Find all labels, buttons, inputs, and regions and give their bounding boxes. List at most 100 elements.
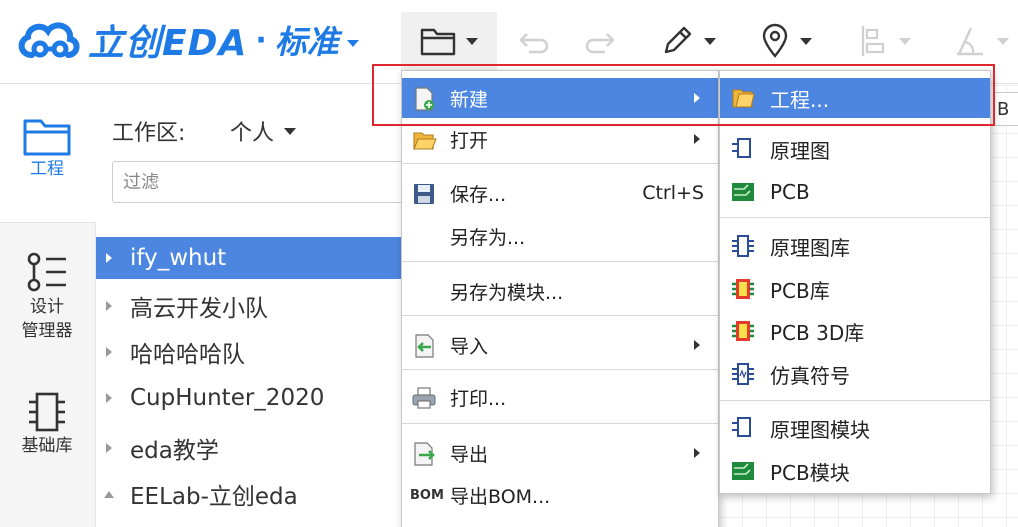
redo-button[interactable] xyxy=(578,12,622,70)
new-submenu: 工程... 原理图 PCB 原理图库 PCB库 PCB 3D库 仿真符号 原理图… xyxy=(719,70,991,494)
menu-item-export-bom[interactable]: BOM 导出BOM... xyxy=(402,475,718,515)
logo-text: 立创EDA xyxy=(88,23,248,64)
menu-item-label: 另存为... xyxy=(450,226,526,249)
rail-design-manager-label: 设计 管理器 xyxy=(21,297,73,341)
menu-item-import[interactable]: 导入 xyxy=(402,325,718,365)
collapse-arrow-icon[interactable] xyxy=(104,490,114,498)
menu-item-label: 打印... xyxy=(450,387,507,410)
logo[interactable]: 立创EDA · 标准 xyxy=(14,12,359,68)
expand-arrow-icon[interactable] xyxy=(106,253,112,263)
submenu-item-pcb-lib[interactable]: PCB库 xyxy=(720,269,990,309)
editor-tab-label: B xyxy=(997,98,1010,120)
folder-icon xyxy=(23,119,71,156)
draw-tools-button[interactable] xyxy=(650,12,726,70)
chevron-down-icon xyxy=(899,37,911,45)
editor-tab[interactable]: B xyxy=(994,92,1018,126)
submenu-item-pcb[interactable]: PCB xyxy=(720,172,990,212)
submenu-item-pcb-3d-lib[interactable]: PCB 3D库 xyxy=(720,311,990,351)
place-tools-button[interactable] xyxy=(750,12,822,70)
tree-item[interactable]: eda教学 xyxy=(96,425,406,471)
tree-item[interactable]: ify_whut xyxy=(96,237,406,279)
left-rail: 工程 设计 管理器 基础库 xyxy=(0,85,96,527)
bom-icon: BOM xyxy=(410,487,444,503)
tree-item[interactable]: EELab-立创eda xyxy=(96,471,406,517)
folder-icon xyxy=(420,28,456,56)
submenu-item-label: PCB 3D库 xyxy=(770,320,865,345)
menu-item-print[interactable]: 打印... xyxy=(402,377,718,417)
design-manager-icon xyxy=(27,252,66,292)
expand-arrow-icon[interactable] xyxy=(106,347,112,357)
measure-button[interactable] xyxy=(944,12,1018,70)
printer-icon xyxy=(412,387,436,409)
chevron-down-icon xyxy=(997,37,1009,45)
shortcut-label: Ctrl+S xyxy=(642,182,704,204)
tree-item-label: eda教学 xyxy=(130,438,219,464)
menu-item-label: 导出 xyxy=(450,443,489,466)
expand-arrow-icon[interactable] xyxy=(106,443,112,453)
filter-input[interactable] xyxy=(112,161,412,203)
menu-item-save-as[interactable]: 另存为... xyxy=(402,216,718,256)
menu-item-label: 导出BOM... xyxy=(450,485,551,508)
menu-item-label: 导入 xyxy=(450,335,489,358)
align-icon xyxy=(861,26,885,56)
submenu-item-schematic-lib[interactable]: 原理图库 xyxy=(720,226,990,266)
rail-project-label: 工程 xyxy=(30,159,64,179)
menu-item-label: 另存为模块... xyxy=(450,281,564,304)
submenu-item-sim-symbol[interactable]: 仿真符号 xyxy=(720,354,990,394)
tree-item[interactable]: 哈哈哈哈队 xyxy=(96,329,406,375)
submenu-item-label: 原理图模块 xyxy=(770,417,870,442)
location-pin-icon xyxy=(762,23,788,58)
workspace-selector[interactable]: 个人 xyxy=(230,115,297,147)
undo-button[interactable] xyxy=(512,12,556,70)
edition-label: 标准 xyxy=(274,23,339,61)
rail-library-label: 基础库 xyxy=(21,436,73,456)
submenu-item-pcb-module[interactable]: PCB模块 xyxy=(720,451,990,491)
workspace-label: 工作区: xyxy=(112,121,186,146)
import-icon xyxy=(415,334,434,358)
tree-item[interactable]: 高云开发小队 xyxy=(96,283,406,329)
cloud-logo-icon xyxy=(18,22,80,58)
menu-item-label: 保存... xyxy=(450,183,507,206)
project-panel: 工作区: 个人 ify_whut 高云开发小队 哈哈哈哈队 CupHunter_… xyxy=(96,85,412,527)
open-folder-icon xyxy=(413,132,437,150)
chevron-down-icon xyxy=(704,37,716,45)
expand-arrow-icon[interactable] xyxy=(106,301,112,311)
export-icon xyxy=(414,442,435,466)
file-dropdown-menu: 新建 打开 保存... Ctrl+S 另存为... 另存为模块... 导入 打印… xyxy=(401,70,719,527)
schematic-icon xyxy=(732,138,751,158)
annotation-highlight-box xyxy=(372,64,995,126)
menu-item-label: 打开 xyxy=(450,129,489,152)
rail-project-tab[interactable]: 工程 xyxy=(0,115,94,181)
tree-item-label: EELab-立创eda xyxy=(130,484,298,510)
menu-separator xyxy=(402,163,718,164)
menu-item-export[interactable]: 导出 xyxy=(402,433,718,473)
menu-separator xyxy=(720,217,990,218)
menu-separator xyxy=(402,369,718,370)
menu-separator xyxy=(402,423,718,424)
menu-item-save[interactable]: 保存... Ctrl+S xyxy=(402,173,718,213)
schematic-module-icon xyxy=(732,417,751,437)
tree-item-label: CupHunter_2020 xyxy=(130,385,325,411)
edition-caret-icon xyxy=(346,39,359,47)
tree-item[interactable]: CupHunter_2020 xyxy=(96,375,406,421)
align-button[interactable] xyxy=(850,12,920,70)
submenu-item-schematic[interactable]: 原理图 xyxy=(720,129,990,169)
rail-design-manager-tab[interactable]: 设计 管理器 xyxy=(0,251,94,343)
tree-item-label: ify_whut xyxy=(130,245,227,271)
rail-library-tab[interactable]: 基础库 xyxy=(0,390,94,458)
submenu-item-label: PCB库 xyxy=(770,278,830,303)
chip-icon xyxy=(29,392,65,432)
expand-arrow-icon[interactable] xyxy=(106,393,112,403)
menu-separator xyxy=(402,261,718,262)
submenu-item-schematic-module[interactable]: 原理图模块 xyxy=(720,408,990,448)
submenu-item-label: 原理图库 xyxy=(770,235,850,260)
menu-item-save-as-module[interactable]: 另存为模块... xyxy=(402,271,718,311)
file-menu-button[interactable] xyxy=(401,12,497,70)
save-floppy-icon xyxy=(414,184,434,204)
pcb-module-icon xyxy=(732,462,754,480)
pencil-icon xyxy=(664,26,692,54)
menu-separator xyxy=(402,315,718,316)
submenu-arrow-icon xyxy=(694,134,700,144)
workspace-value: 个人 xyxy=(230,121,275,146)
submenu-item-label: PCB xyxy=(770,180,810,204)
